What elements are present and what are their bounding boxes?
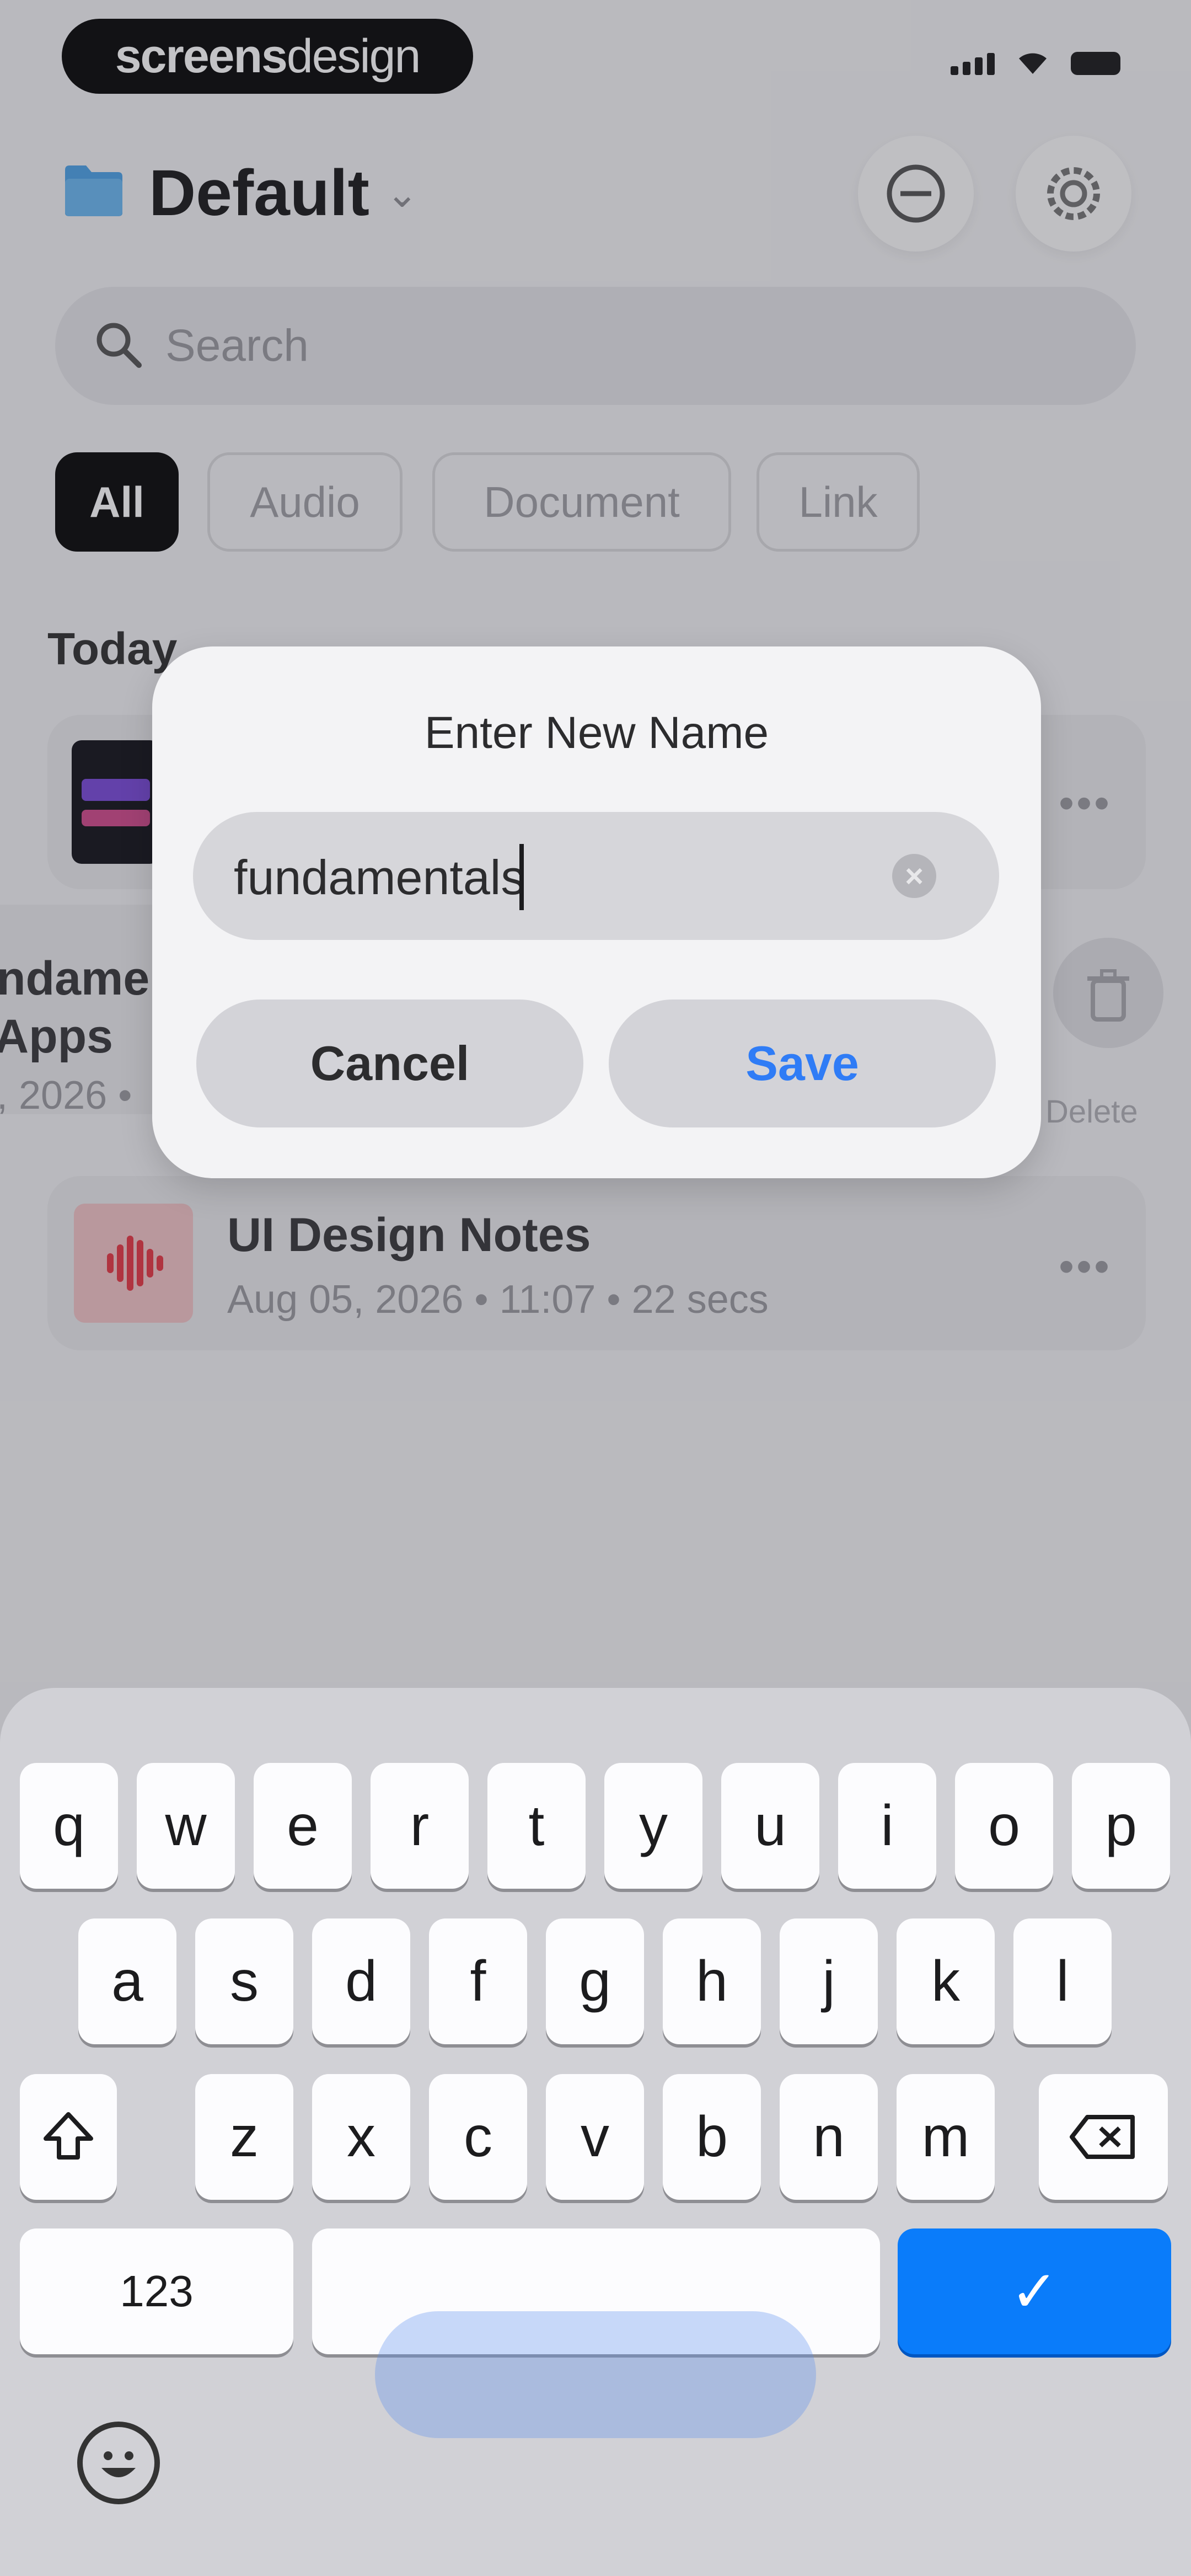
key-v[interactable]: v — [546, 2074, 644, 2200]
cancel-button[interactable]: Cancel — [196, 1000, 583, 1127]
dialog-title: Enter New Name — [424, 708, 769, 758]
key-q[interactable]: q — [20, 1763, 118, 1889]
key-u[interactable]: u — [721, 1763, 819, 1889]
key-d[interactable]: d — [312, 1918, 410, 2044]
key-r[interactable]: r — [371, 1763, 469, 1889]
emoji-icon[interactable] — [77, 2422, 160, 2504]
key-x[interactable]: x — [312, 2074, 410, 2200]
key-c[interactable]: c — [429, 2074, 527, 2200]
key-l[interactable]: l — [1013, 1918, 1112, 2044]
space-key-highlight — [375, 2311, 816, 2438]
key-s[interactable]: s — [195, 1918, 293, 2044]
key-w[interactable]: w — [137, 1763, 235, 1889]
backspace-key[interactable] — [1039, 2074, 1168, 2200]
key-o[interactable]: o — [955, 1763, 1053, 1889]
name-input-value[interactable]: fundamentals — [234, 849, 525, 906]
backspace-icon — [1070, 2115, 1135, 2159]
shift-arrow-icon — [44, 2112, 93, 2160]
key-h[interactable]: h — [663, 1918, 761, 2044]
key-m[interactable]: m — [897, 2074, 995, 2200]
key-e[interactable]: e — [254, 1763, 352, 1889]
key-i[interactable]: i — [838, 1763, 936, 1889]
key-f[interactable]: f — [429, 1918, 527, 2044]
key-z[interactable]: z — [195, 2074, 293, 2200]
key-p[interactable]: p — [1072, 1763, 1170, 1889]
return-key[interactable]: ✓ — [898, 2228, 1171, 2354]
key-t[interactable]: t — [487, 1763, 586, 1889]
key-g[interactable]: g — [546, 1918, 644, 2044]
numbers-key[interactable]: 123 — [20, 2228, 293, 2354]
key-j[interactable]: j — [780, 1918, 878, 2044]
save-button[interactable]: Save — [609, 1000, 996, 1127]
key-y[interactable]: y — [604, 1763, 702, 1889]
text-cursor — [519, 844, 524, 910]
clear-text-icon[interactable]: × — [892, 854, 936, 898]
key-b[interactable]: b — [663, 2074, 761, 2200]
key-n[interactable]: n — [780, 2074, 878, 2200]
shift-key[interactable] — [20, 2074, 117, 2200]
key-k[interactable]: k — [897, 1918, 995, 2044]
key-a[interactable]: a — [78, 1918, 176, 2044]
